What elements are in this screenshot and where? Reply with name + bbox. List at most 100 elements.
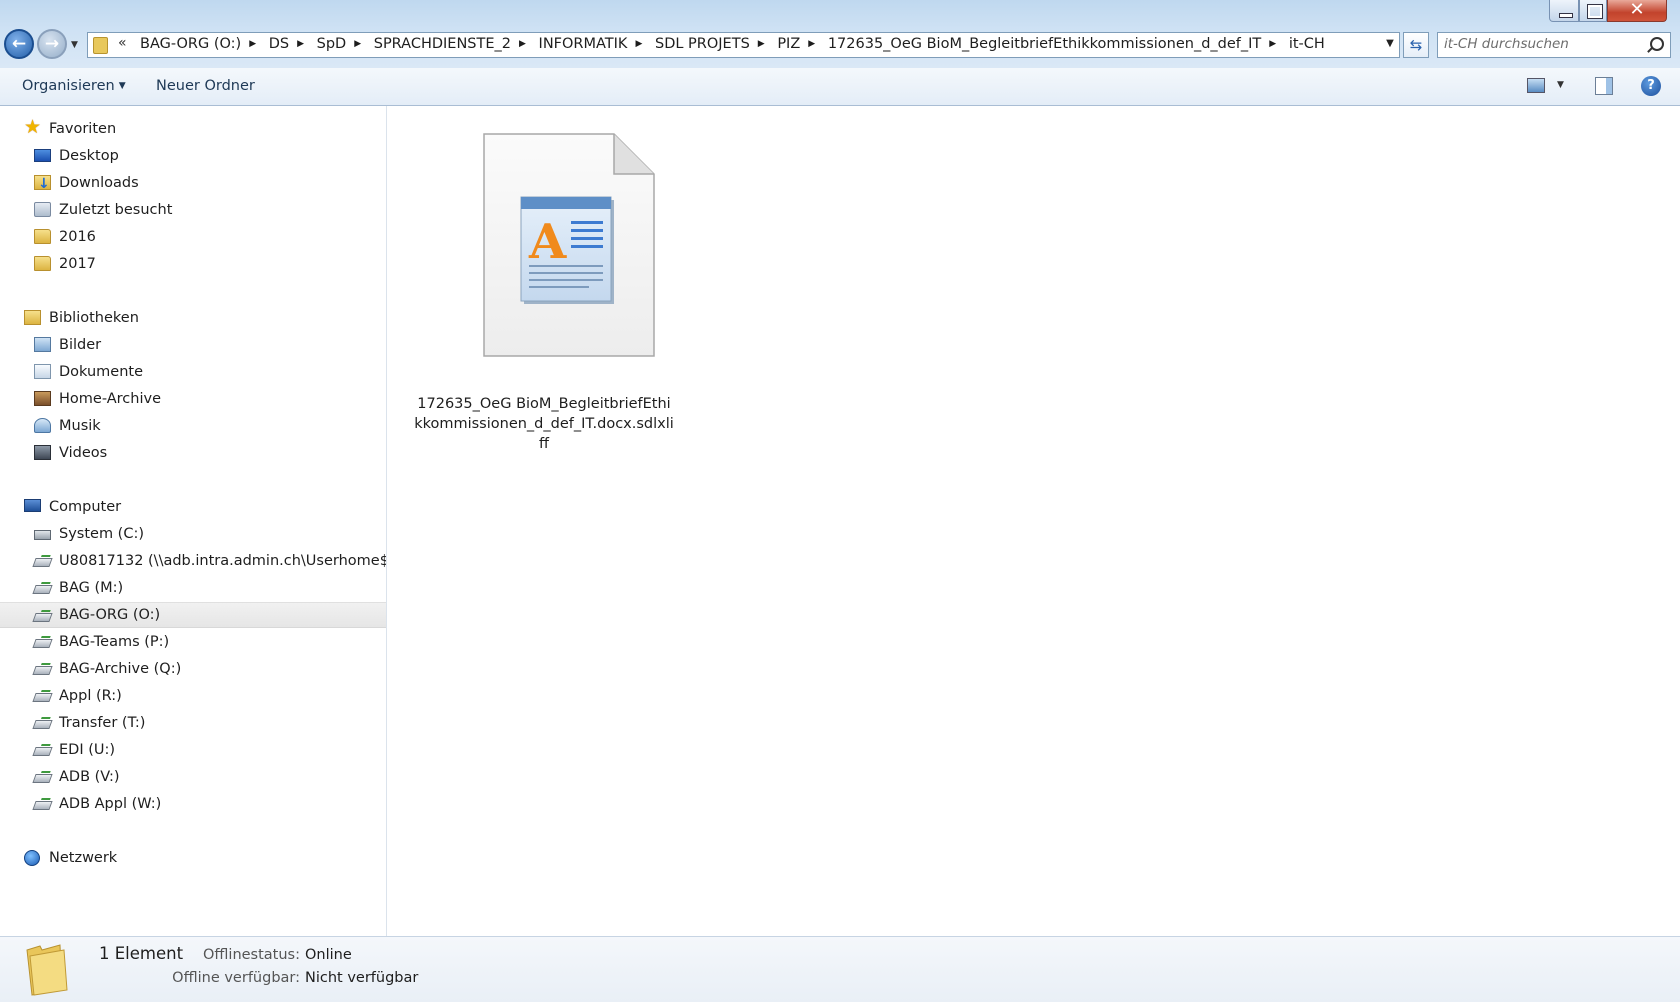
chevron-right-icon[interactable]: ▶	[245, 39, 260, 49]
file-list[interactable]: A 172635_OeG BioM_BegleitbriefEthikkommi…	[388, 106, 1680, 936]
nav-computer[interactable]: Computer	[0, 494, 386, 520]
network-drive-icon	[32, 720, 53, 729]
nav-label: System (C:)	[59, 526, 145, 542]
nav-label: Appl (R:)	[59, 688, 122, 704]
nav-item-userhome[interactable]: U80817132 (\\adb.intra.admin.ch\Userhome…	[0, 548, 386, 574]
new-folder-button[interactable]: Neuer Ordner	[156, 78, 255, 94]
nav-item-drive-r[interactable]: Appl (R:)	[0, 683, 386, 709]
nav-item-drive-w[interactable]: ADB Appl (W:)	[0, 791, 386, 817]
back-button[interactable]: ←	[4, 29, 34, 59]
folder-icon	[93, 37, 108, 54]
chevron-right-icon[interactable]: ▶	[754, 39, 769, 49]
chevron-right-icon[interactable]: ▶	[1265, 39, 1280, 49]
breadcrumb-item[interactable]: BAG-ORG (O:)	[136, 36, 245, 52]
nav-item-documents[interactable]: Dokumente	[0, 359, 386, 385]
breadcrumb-item[interactable]: INFORMATIK	[535, 36, 632, 52]
nav-label: Dokumente	[59, 364, 144, 380]
nav-label: Desktop	[59, 148, 119, 164]
nav-label: BAG-Archive (Q:)	[59, 661, 182, 677]
offline-status-label: Offlinestatus:	[202, 947, 300, 963]
folder-icon	[34, 256, 51, 271]
close-icon: ✕	[1629, 0, 1645, 20]
search-input[interactable]	[1444, 36, 1644, 52]
breadcrumb-item[interactable]: it-CH	[1285, 36, 1329, 52]
nav-item-drive-v[interactable]: ADB (V:)	[0, 764, 386, 790]
search-icon[interactable]	[1650, 37, 1664, 51]
network-drive-icon	[32, 774, 53, 783]
nav-item-drive-o[interactable]: BAG-ORG (O:)	[0, 602, 386, 628]
network-drive-icon	[32, 693, 53, 702]
nav-label: Downloads	[59, 175, 139, 191]
downloads-folder-icon	[34, 171, 51, 197]
forward-button[interactable]: →	[37, 29, 67, 59]
change-view-icon[interactable]	[1527, 78, 1545, 93]
nav-item-2017[interactable]: 2017	[0, 251, 386, 277]
breadcrumb-item[interactable]: SPRACHDIENSTE_2	[370, 36, 515, 52]
nav-item-downloads[interactable]: Downloads	[0, 170, 386, 197]
nav-item-desktop[interactable]: Desktop	[0, 143, 386, 169]
address-dropdown-button[interactable]: ▼	[1382, 36, 1398, 54]
star-icon: ★	[24, 116, 42, 138]
network-drive-icon	[32, 666, 53, 675]
breadcrumb-item[interactable]: DS	[265, 36, 293, 52]
network-drive-icon	[32, 747, 53, 756]
nav-label: Bibliotheken	[49, 310, 139, 326]
system-drive-icon	[34, 530, 51, 540]
file-name[interactable]: 172635_OeG BioM_BegleitbriefEthikkommiss…	[414, 394, 674, 454]
address-bar[interactable]: « BAG-ORG (O:) ▶ DS ▶ SpD ▶ SPRACHDIENSTE_2…	[87, 32, 1400, 58]
nav-item-drive-m[interactable]: BAG (M:)	[0, 575, 386, 601]
chevron-right-icon[interactable]: ▶	[804, 39, 819, 49]
breadcrumb-overflow[interactable]: «	[118, 35, 127, 51]
chevron-right-icon[interactable]: ▶	[515, 39, 530, 49]
svg-text:A: A	[528, 214, 567, 270]
nav-label: BAG-Teams (P:)	[59, 634, 170, 650]
back-arrow-icon: ←	[11, 34, 27, 54]
nav-item-recent[interactable]: Zuletzt besucht	[0, 197, 386, 223]
nav-favorites[interactable]: ★ Favoriten	[0, 116, 386, 142]
breadcrumb-item[interactable]: SpD	[313, 36, 351, 52]
offline-status-value: Online	[305, 947, 352, 963]
navigation-pane: ★ Favoriten Desktop Downloads Zuletzt be…	[0, 106, 387, 936]
breadcrumb-item[interactable]: PIZ	[773, 36, 804, 52]
nav-network[interactable]: Netzwerk	[0, 845, 386, 871]
refresh-icon: ⇆	[1409, 36, 1423, 54]
nav-item-drive-p[interactable]: BAG-Teams (P:)	[0, 629, 386, 655]
minimize-button[interactable]	[1549, 0, 1579, 22]
maximize-button[interactable]	[1579, 0, 1607, 22]
chevron-right-icon[interactable]: ▶	[293, 39, 308, 49]
forward-arrow-icon: →	[44, 34, 60, 54]
chevron-right-icon[interactable]: ▶	[631, 39, 646, 49]
close-button[interactable]: ✕	[1607, 0, 1667, 22]
network-icon	[24, 850, 40, 866]
nav-item-drive-t[interactable]: Transfer (T:)	[0, 710, 386, 736]
nav-item-drive-c[interactable]: System (C:)	[0, 521, 386, 547]
chevron-right-icon[interactable]: ▶	[350, 39, 365, 49]
nav-item-drive-u[interactable]: EDI (U:)	[0, 737, 386, 763]
documents-library-icon	[34, 364, 51, 379]
nav-item-home-archive[interactable]: Home-Archive	[0, 386, 386, 412]
organize-button[interactable]: Organisieren ▼	[22, 78, 126, 94]
offline-available-value: Nicht verfügbar	[305, 970, 419, 986]
preview-pane-icon[interactable]	[1595, 77, 1613, 95]
nav-label: Transfer (T:)	[59, 715, 146, 731]
nav-label: BAG (M:)	[59, 580, 124, 596]
videos-library-icon	[34, 445, 51, 460]
nav-label: Computer	[49, 499, 122, 515]
refresh-button[interactable]: ⇆	[1403, 32, 1429, 58]
breadcrumb-item[interactable]: SDL PROJETS	[651, 36, 754, 52]
help-icon[interactable]: ?	[1641, 76, 1661, 96]
nav-libraries[interactable]: Bibliotheken	[0, 305, 386, 331]
breadcrumb-item[interactable]: 172635_OeG BioM_BegleitbriefEthikkommiss…	[824, 36, 1265, 52]
nav-item-2016[interactable]: 2016	[0, 224, 386, 250]
nav-item-drive-q[interactable]: BAG-Archive (Q:)	[0, 656, 386, 682]
network-drive-icon	[32, 558, 53, 567]
search-box[interactable]	[1437, 32, 1671, 58]
file-item[interactable]: A 172635_OeG BioM_BegleitbriefEthikkommi…	[414, 126, 674, 452]
nav-item-music[interactable]: Musik	[0, 413, 386, 439]
nav-item-pictures[interactable]: Bilder	[0, 332, 386, 358]
view-menu-chevron-icon[interactable]: ▼	[1557, 80, 1564, 90]
offline-available-label: Offline verfügbar:	[172, 970, 300, 986]
details-pane: 1 Element Offlinestatus: Online Offline …	[0, 936, 1680, 1002]
recent-pages-button[interactable]: ▼	[71, 40, 78, 50]
nav-item-videos[interactable]: Videos	[0, 440, 386, 466]
